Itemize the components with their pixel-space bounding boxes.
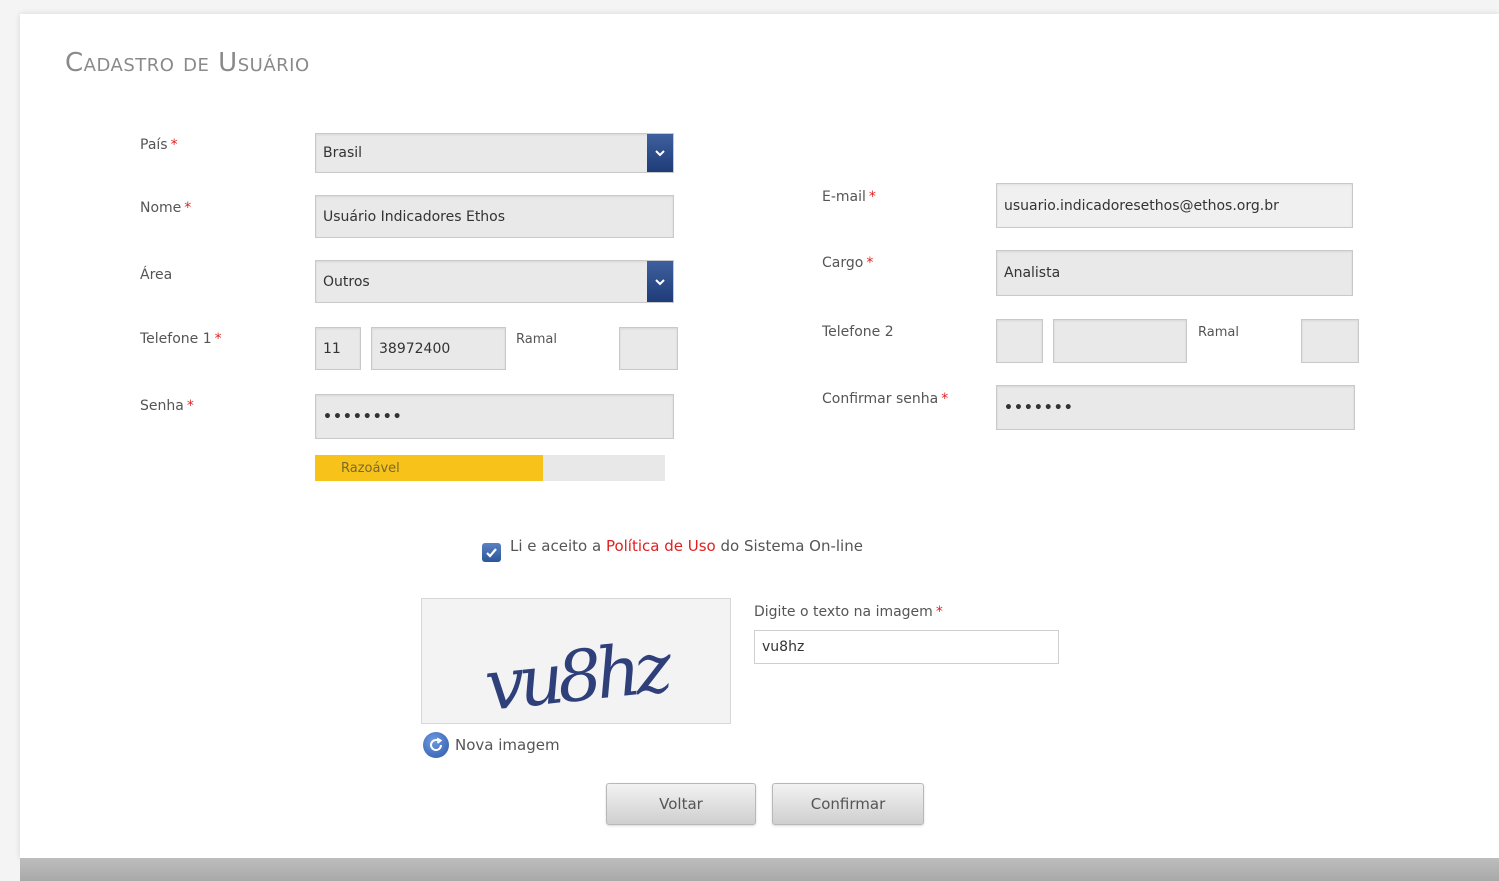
nome-input[interactable]: Usuário Indicadores Ethos xyxy=(315,195,674,238)
telefone2-ramal-input[interactable] xyxy=(1301,319,1359,363)
confirmar-senha-input-value: ••••••• xyxy=(1004,399,1074,416)
back-button[interactable]: Voltar xyxy=(606,783,756,825)
svg-text:vu8hz: vu8hz xyxy=(481,626,677,723)
captcha-input-value: vu8hz xyxy=(762,639,805,655)
captcha-input[interactable]: vu8hz xyxy=(754,630,1059,664)
area-label: Área xyxy=(140,267,173,283)
captcha-image-text: vu8hz xyxy=(481,626,677,727)
cargo-input-value: Analista xyxy=(1004,265,1061,281)
terms-prefix: Li e aceito a xyxy=(510,537,602,555)
checkmark-icon xyxy=(486,548,497,558)
cargo-input[interactable]: Analista xyxy=(996,250,1353,296)
confirmar-senha-label: Confirmar senha * xyxy=(822,391,949,407)
confirmar-senha-input[interactable]: ••••••• xyxy=(996,385,1355,430)
telefone1-number-value: 38972400 xyxy=(379,340,451,357)
new-image-link[interactable]: Nova imagem xyxy=(423,732,560,758)
area-select-value: Outros xyxy=(323,273,370,290)
senha-input-value: •••••••• xyxy=(323,408,403,425)
new-image-label: Nova imagem xyxy=(455,736,560,754)
confirm-button[interactable]: Confirmar xyxy=(772,783,924,825)
senha-label: Senha * xyxy=(140,398,194,414)
cargo-label: Cargo * xyxy=(822,255,874,271)
page-title: Cadastro de Usuário xyxy=(65,48,310,78)
nome-input-value: Usuário Indicadores Ethos xyxy=(323,208,506,225)
terms-policy-link[interactable]: Política de Uso xyxy=(606,537,716,555)
terms-text: Li e aceito a Política de Uso do Sistema… xyxy=(510,537,863,555)
password-strength-meter: Razoável xyxy=(315,455,665,481)
footer-bar xyxy=(20,858,1499,881)
email-input-value: usuario.indicadoresethos@ethos.org.br xyxy=(1004,197,1279,214)
terms-suffix: do Sistema On-line xyxy=(720,537,863,555)
chevron-down-icon[interactable] xyxy=(647,134,673,172)
captcha-label: Digite o texto na imagem * xyxy=(754,604,943,620)
terms-checkbox[interactable] xyxy=(482,543,501,562)
email-input[interactable]: usuario.indicadoresethos@ethos.org.br xyxy=(996,183,1353,228)
telefone2-ramal-label: Ramal xyxy=(1198,325,1239,340)
area-select[interactable]: Outros xyxy=(315,260,674,303)
telefone1-ramal-input[interactable] xyxy=(619,327,678,370)
captcha-image: vu8hz xyxy=(421,598,731,727)
senha-input[interactable]: •••••••• xyxy=(315,394,674,439)
telefone2-label: Telefone 2 xyxy=(822,324,894,340)
telefone1-ramal-label: Ramal xyxy=(516,332,557,347)
pais-select-value: Brasil xyxy=(323,145,363,161)
telefone1-number-input[interactable]: 38972400 xyxy=(371,327,506,370)
pais-label: País * xyxy=(140,137,178,153)
telefone1-label: Telefone 1 * xyxy=(140,331,222,347)
password-strength-fill: Razoável xyxy=(315,455,543,481)
password-strength-text: Razoável xyxy=(341,460,400,476)
telefone1-ddd-value: 11 xyxy=(323,340,341,357)
nome-label: Nome * xyxy=(140,200,192,216)
telefone2-ddd-input[interactable] xyxy=(996,319,1043,363)
telefone2-number-input[interactable] xyxy=(1053,319,1187,363)
pais-select[interactable]: Brasil xyxy=(315,133,674,173)
registration-card xyxy=(20,14,1499,858)
chevron-down-icon[interactable] xyxy=(647,261,673,302)
email-label: E-mail * xyxy=(822,189,876,205)
refresh-icon xyxy=(423,732,449,758)
telefone1-ddd-input[interactable]: 11 xyxy=(315,327,361,370)
